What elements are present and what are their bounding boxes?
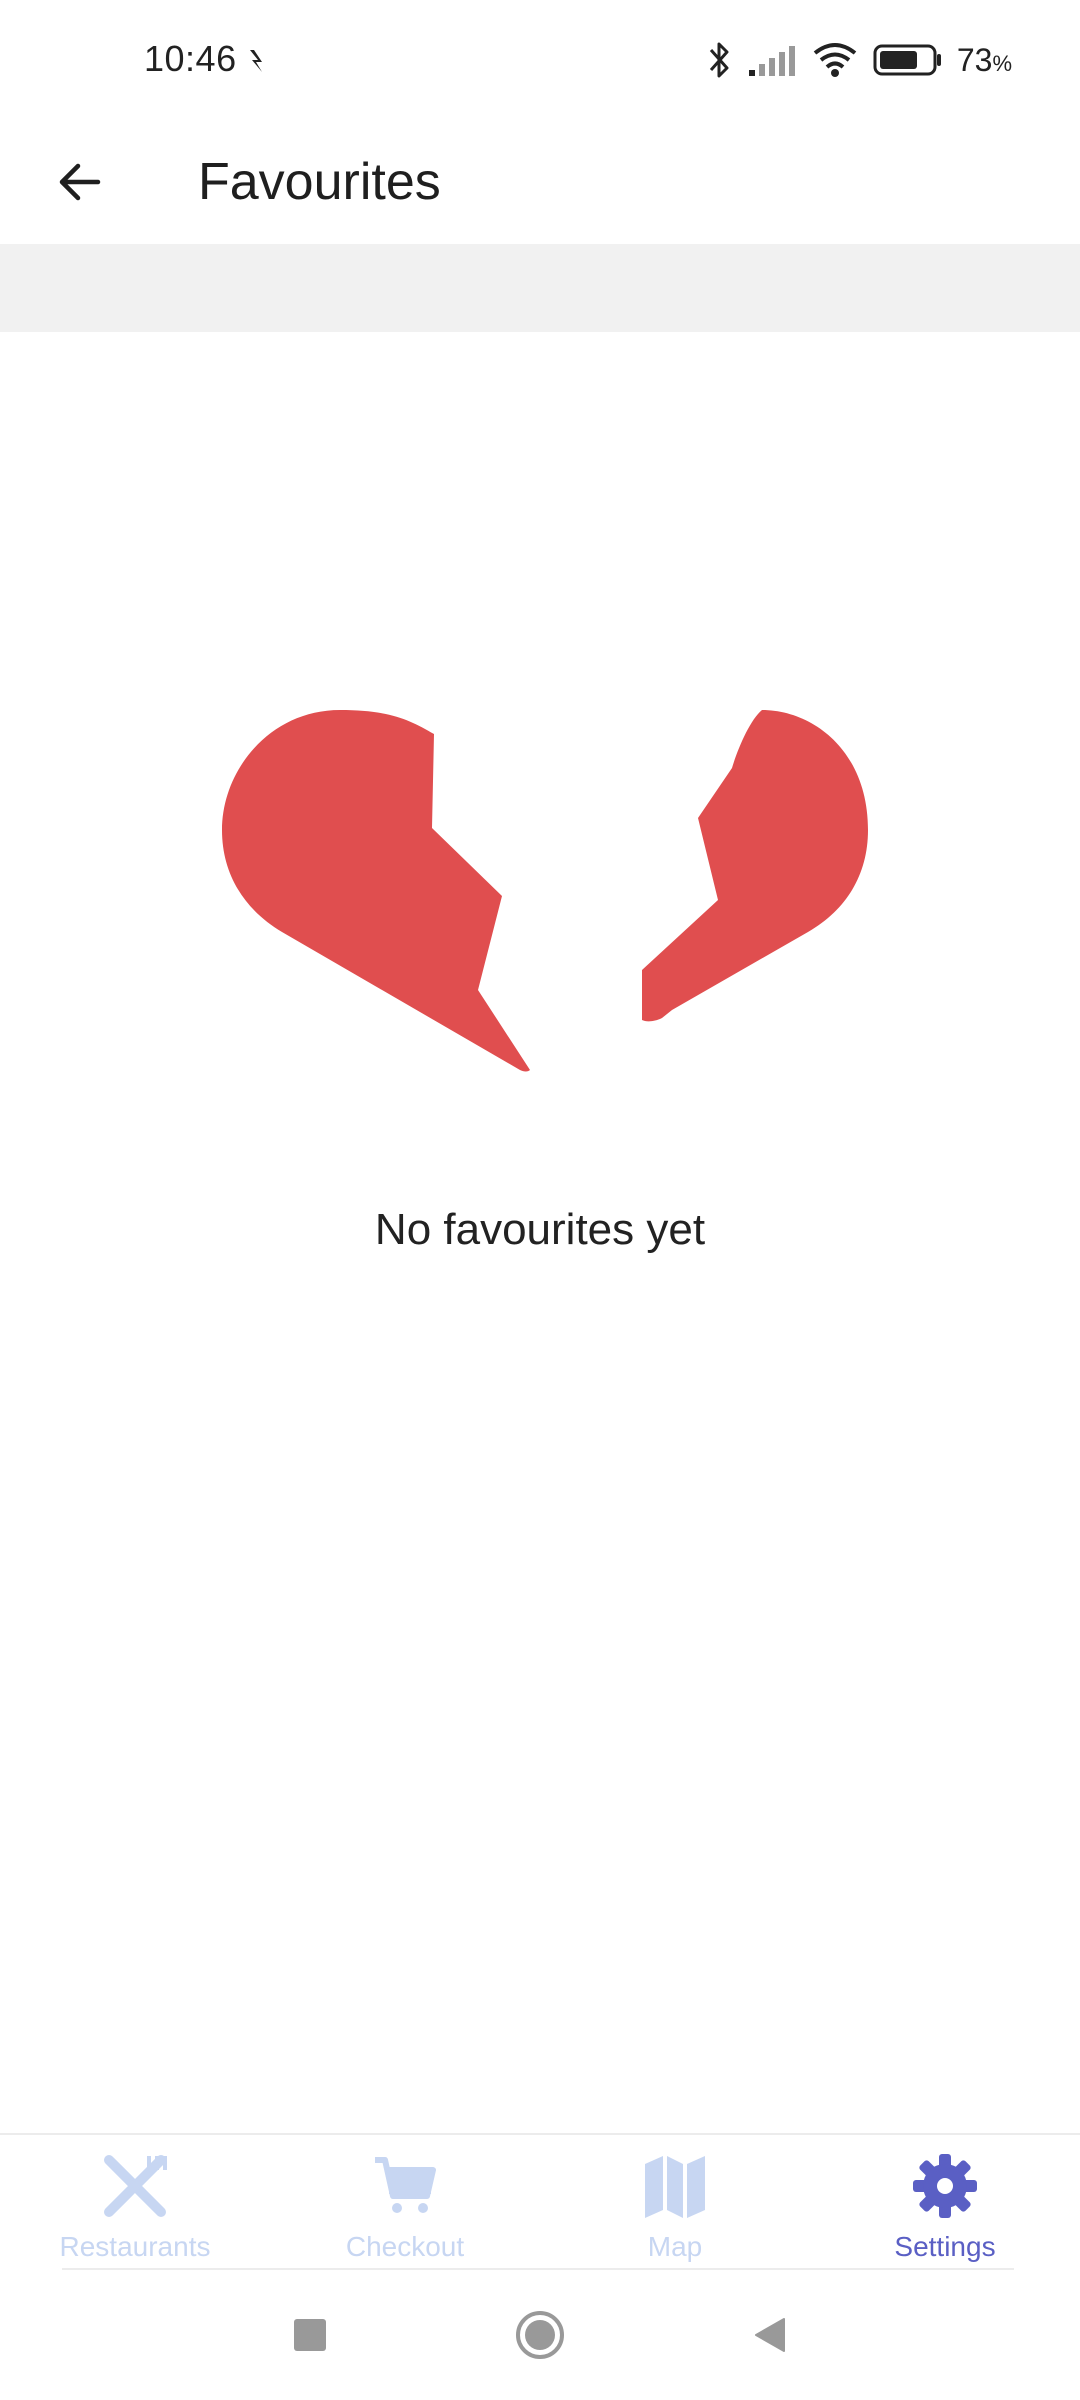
wifi-icon (813, 43, 857, 77)
circle-icon (516, 2311, 564, 2359)
app-toolbar: Favourites (0, 120, 1080, 244)
status-icons: 73% (707, 34, 1012, 86)
battery-icon (873, 44, 941, 76)
empty-state-message: No favourites yet (374, 1205, 706, 1254)
fork-knife-icon (100, 2151, 170, 2221)
battery-percent: 73% (956, 41, 1012, 78)
system-navigation-bar (0, 2270, 1080, 2400)
bluetooth-icon (709, 42, 729, 78)
nav-label-settings: Settings (894, 2231, 996, 2262)
header-divider-band (0, 244, 1080, 332)
cart-icon (370, 2151, 440, 2221)
arrow-left-icon (59, 163, 101, 201)
map-icon (640, 2151, 710, 2221)
nav-item-checkout[interactable]: Checkout (270, 2135, 540, 2271)
nav-label-map: Map (647, 2231, 703, 2262)
bottom-navigation: Restaurants Checkout Map Settings (0, 2133, 1080, 2271)
system-back-button[interactable] (735, 2300, 805, 2370)
nav-item-restaurants[interactable]: Restaurants (0, 2135, 270, 2271)
square-icon (294, 2319, 326, 2351)
nav-item-map[interactable]: Map (540, 2135, 810, 2271)
nav-label-restaurants: Restaurants (59, 2231, 211, 2262)
nav-item-settings[interactable]: Settings (810, 2135, 1080, 2271)
home-button[interactable] (505, 2300, 575, 2370)
notification-icon (250, 50, 262, 72)
gear-icon (910, 2151, 980, 2221)
triangle-back-icon (755, 2318, 785, 2352)
nav-label-checkout: Checkout (345, 2231, 465, 2262)
status-bar: 10:46 73% (0, 0, 1080, 120)
signal-icon (748, 46, 795, 76)
recents-button[interactable] (275, 2300, 345, 2370)
favourites-screen: 10:46 73% Favourites No favourites yet R… (0, 0, 1080, 2400)
back-button[interactable] (30, 132, 130, 232)
status-time: 10:46 (144, 38, 237, 79)
page-title: Favourites (198, 153, 441, 211)
broken-heart-icon (222, 710, 868, 1072)
